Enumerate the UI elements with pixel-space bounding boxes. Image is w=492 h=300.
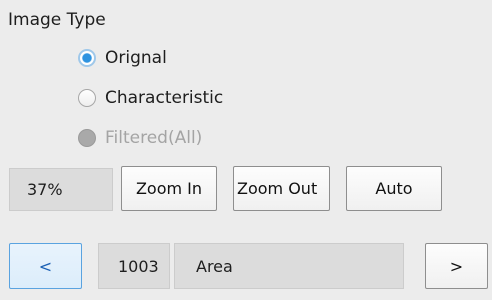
radio-disabled-icon xyxy=(78,129,96,147)
radio-characteristic-label: Characteristic xyxy=(105,88,224,108)
image-type-title: Image Type xyxy=(8,10,106,30)
radio-filtered-all-label: Filtered(All) xyxy=(105,128,203,148)
auto-zoom-button[interactable]: Auto xyxy=(346,166,442,211)
zoom-level-display: 37% xyxy=(9,168,113,211)
item-id-display: 1003 xyxy=(98,243,170,289)
next-button[interactable]: > xyxy=(425,243,488,289)
radio-checked-icon[interactable] xyxy=(78,49,96,67)
zoom-out-button[interactable]: Zoom Out xyxy=(233,166,330,211)
zoom-in-button[interactable]: Zoom In xyxy=(121,166,217,211)
radio-original-label: Orignal xyxy=(105,48,167,68)
radio-unchecked-icon[interactable] xyxy=(78,89,96,107)
radio-characteristic[interactable]: Characteristic xyxy=(78,85,223,111)
previous-button[interactable]: < xyxy=(9,243,82,289)
radio-original[interactable]: Orignal xyxy=(78,45,167,71)
item-name-display: Area xyxy=(174,243,404,289)
radio-filtered-all: Filtered(All) xyxy=(78,125,202,151)
